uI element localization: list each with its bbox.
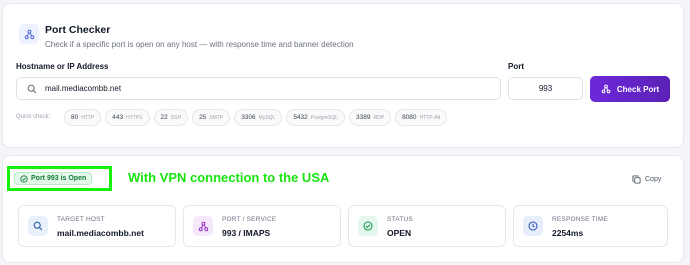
check-circle-icon (20, 174, 28, 183)
search-icon (28, 216, 48, 236)
quick-chip-3306[interactable]: 3306 MySQL (234, 109, 283, 126)
quick-chip-22[interactable]: 22 SSH (153, 109, 189, 126)
network-icon (193, 216, 213, 236)
copy-button[interactable]: Copy (632, 172, 661, 186)
stat-value: 2254ms (552, 228, 584, 238)
port-checker-card: Port Checker Check if a specific port is… (2, 3, 684, 148)
chip-service: HTTP-Alt (419, 114, 441, 121)
page-title: Port Checker (45, 24, 111, 36)
chip-port: 8080 (402, 114, 417, 121)
check-port-label: Check Port (616, 84, 660, 94)
network-icon (601, 84, 611, 94)
check-circle-icon (358, 216, 378, 236)
chip-service: SMTP (209, 114, 224, 121)
chip-port: 25 (199, 114, 207, 121)
copy-label: Copy (645, 175, 662, 183)
chip-port: 443 (112, 114, 124, 121)
hostname-label: Hostname or IP Address (16, 62, 109, 71)
stat-port-service: PORT / SERVICE 993 / IMAPS (183, 205, 341, 247)
check-port-button[interactable]: Check Port (590, 76, 670, 102)
clock-icon (523, 216, 543, 236)
stat-response-time: RESPONSE TIME 2254ms (513, 205, 668, 247)
stat-label: RESPONSE TIME (552, 216, 608, 223)
quick-chip-3389[interactable]: 3389 RDP (349, 109, 392, 126)
chip-port: 3306 (241, 114, 256, 121)
quick-check-chips: 80 HTTP 443 HTTPS 22 SSH 25 SMTP 3306 MySQL 5… (64, 109, 448, 126)
hostname-value: mail.mediacombb.net (45, 84, 122, 93)
status-badge-text: Port 993 is Open (31, 175, 87, 182)
search-icon (27, 84, 37, 94)
chip-service: HTTPS (126, 114, 143, 121)
hostname-input[interactable]: mail.mediacombb.net (16, 77, 501, 100)
quick-chip-5432[interactable]: 5432 PostgreSQL (286, 109, 346, 126)
stat-value: 993 / IMAPS (222, 228, 271, 238)
chip-service: SSH (170, 114, 182, 121)
chip-service: MySQL (258, 114, 276, 121)
chip-service: RDP (373, 114, 385, 121)
chip-port: 3389 (356, 114, 371, 121)
status-badge: Port 993 is Open (14, 172, 93, 185)
port-value: 993 (538, 84, 553, 93)
chip-port: 80 (71, 114, 79, 121)
chip-port: 22 (160, 114, 168, 121)
stat-value: OPEN (387, 228, 412, 238)
chip-port: 5432 (293, 114, 308, 121)
quick-chip-8080[interactable]: 8080 HTTP-Alt (395, 109, 448, 126)
network-icon (19, 24, 39, 44)
quick-chip-80[interactable]: 80 HTTP (64, 109, 102, 126)
vpn-annotation: With VPN connection to the USA (128, 170, 330, 185)
quick-chip-443[interactable]: 443 HTTPS (105, 109, 150, 126)
stat-label: TARGET HOST (57, 216, 105, 223)
quick-check-label: Quick check: (16, 114, 51, 120)
stat-label: STATUS (387, 216, 413, 223)
chip-service: PostgreSQL (310, 114, 339, 121)
stat-label: PORT / SERVICE (222, 216, 277, 223)
page-subtitle: Check if a specific port is open on any … (45, 40, 354, 49)
quick-chip-25[interactable]: 25 SMTP (192, 109, 231, 126)
stat-status: STATUS OPEN (348, 205, 506, 247)
copy-icon (632, 174, 641, 184)
stat-target-host: TARGET HOST mail.mediacombb.net (18, 205, 176, 247)
chip-service: HTTP (81, 114, 95, 121)
port-label: Port (508, 62, 524, 71)
stat-value: mail.mediacombb.net (57, 228, 144, 238)
port-input[interactable]: 993 (508, 77, 583, 100)
